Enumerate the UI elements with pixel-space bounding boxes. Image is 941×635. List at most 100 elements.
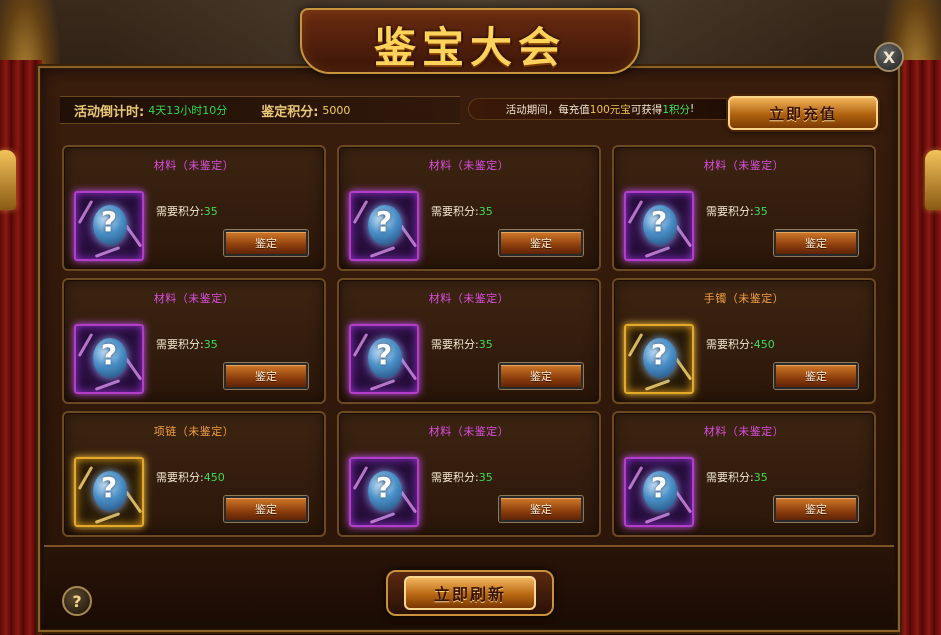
points-label: 鉴定积分: bbox=[261, 104, 319, 120]
item-slot[interactable]: ? bbox=[74, 324, 144, 394]
item-name: 材料 bbox=[703, 425, 727, 438]
item-name: 手镯 bbox=[703, 292, 727, 305]
required-points-label: 需要积分: bbox=[706, 205, 754, 218]
required-points-label: 需要积分: bbox=[156, 205, 204, 218]
item-slot[interactable]: ? bbox=[74, 191, 144, 261]
item-slot[interactable]: ? bbox=[624, 191, 694, 261]
required-points-label: 需要积分: bbox=[706, 338, 754, 351]
required-points-label: 需要积分: bbox=[431, 471, 479, 484]
notice-prefix: 活动期间，每充值 bbox=[505, 103, 590, 116]
required-points: 需要积分:35 bbox=[706, 203, 768, 219]
spark-icon bbox=[369, 246, 396, 258]
required-points-label: 需要积分: bbox=[431, 205, 479, 218]
spark-icon bbox=[369, 379, 396, 391]
item-card: 材料（未鉴定）? 需要积分:35 鉴定 bbox=[337, 411, 601, 537]
item-card: 材料（未鉴定）? 需要积分:35 鉴定 bbox=[337, 278, 601, 404]
required-points-value: 35 bbox=[478, 338, 493, 351]
question-mark-icon: ? bbox=[375, 338, 393, 371]
spark-icon bbox=[94, 379, 121, 391]
appraise-button[interactable]: 鉴定 bbox=[224, 363, 308, 389]
spark-icon bbox=[644, 246, 671, 258]
appraise-button[interactable]: 鉴定 bbox=[499, 496, 583, 522]
item-name: 材料 bbox=[428, 425, 452, 438]
item-name: 材料 bbox=[428, 292, 452, 305]
item-card: 项链（未鉴定）? 需要积分:450 鉴定 bbox=[62, 411, 326, 537]
required-points: 需要积分:450 bbox=[706, 336, 775, 352]
spark-icon bbox=[94, 246, 121, 258]
help-button[interactable]: ? bbox=[62, 586, 92, 616]
required-points-value: 35 bbox=[753, 471, 768, 484]
required-points: 需要积分:35 bbox=[431, 203, 493, 219]
countdown-label: 活动倒计时: bbox=[74, 104, 145, 120]
required-points: 需要积分:450 bbox=[156, 469, 225, 485]
required-points: 需要积分:35 bbox=[706, 469, 768, 485]
question-mark-icon: ? bbox=[650, 338, 668, 371]
appraise-button[interactable]: 鉴定 bbox=[774, 363, 858, 389]
item-slot[interactable]: ? bbox=[624, 324, 694, 394]
spark-icon bbox=[94, 512, 121, 524]
required-points: 需要积分:35 bbox=[156, 203, 218, 219]
item-status: （未鉴定） bbox=[726, 292, 785, 305]
question-mark-icon: ? bbox=[100, 338, 118, 371]
required-points-value: 35 bbox=[753, 205, 768, 218]
item-title: 项链（未鉴定） bbox=[64, 423, 324, 439]
page-title: 鉴宝大会 bbox=[373, 23, 566, 72]
spark-icon bbox=[369, 512, 396, 524]
tassel-icon bbox=[925, 150, 941, 210]
help-icon: ? bbox=[72, 591, 82, 611]
item-card: 材料（未鉴定）? 需要积分:35 鉴定 bbox=[612, 411, 876, 537]
tassel-icon bbox=[0, 150, 16, 210]
appraise-button[interactable]: 鉴定 bbox=[224, 496, 308, 522]
item-slot[interactable]: ? bbox=[74, 457, 144, 527]
item-slot[interactable]: ? bbox=[349, 457, 419, 527]
item-status: （未鉴定） bbox=[176, 159, 235, 172]
refresh-button[interactable]: 立即刷新 bbox=[404, 576, 536, 610]
item-card: 材料（未鉴定）? 需要积分:35 鉴定 bbox=[62, 145, 326, 271]
appraise-button[interactable]: 鉴定 bbox=[774, 496, 858, 522]
required-points: 需要积分:35 bbox=[156, 336, 218, 352]
required-points-value: 35 bbox=[203, 338, 218, 351]
required-points-value: 450 bbox=[753, 338, 775, 351]
notice-suffix: ! bbox=[690, 103, 695, 115]
appraise-button[interactable]: 鉴定 bbox=[774, 230, 858, 256]
curtain-right bbox=[899, 60, 941, 635]
item-title: 材料（未鉴定） bbox=[614, 157, 874, 173]
question-mark-icon: ? bbox=[650, 205, 668, 238]
appraise-button[interactable]: 鉴定 bbox=[499, 230, 583, 256]
item-name: 材料 bbox=[153, 159, 177, 172]
required-points-value: 35 bbox=[478, 205, 493, 218]
required-points-label: 需要积分: bbox=[156, 338, 204, 351]
item-status: （未鉴定） bbox=[176, 425, 235, 438]
appraise-button[interactable]: 鉴定 bbox=[499, 363, 583, 389]
item-slot[interactable]: ? bbox=[349, 191, 419, 261]
required-points-label: 需要积分: bbox=[156, 471, 204, 484]
notice-reward: 1积分 bbox=[662, 103, 690, 116]
item-grid: 材料（未鉴定）? 需要积分:35 鉴定 材料（未鉴定）? 需要积分:35 鉴定 材料（未鉴定… bbox=[62, 145, 880, 537]
close-button[interactable]: X bbox=[874, 42, 904, 72]
required-points-value: 35 bbox=[478, 471, 493, 484]
appraise-button[interactable]: 鉴定 bbox=[224, 230, 308, 256]
question-mark-icon: ? bbox=[375, 205, 393, 238]
required-points-value: 450 bbox=[203, 471, 225, 484]
item-slot[interactable]: ? bbox=[624, 457, 694, 527]
item-title: 材料（未鉴定） bbox=[339, 423, 599, 439]
notice-middle: 可获得 bbox=[630, 103, 663, 116]
spark-icon bbox=[644, 512, 671, 524]
notice-amount: 100元宝 bbox=[589, 103, 631, 116]
item-title: 材料（未鉴定） bbox=[614, 423, 874, 439]
item-slot[interactable]: ? bbox=[349, 324, 419, 394]
item-name: 材料 bbox=[703, 159, 727, 172]
required-points-label: 需要积分: bbox=[706, 471, 754, 484]
item-name: 材料 bbox=[153, 292, 177, 305]
item-status: （未鉴定） bbox=[451, 159, 510, 172]
item-title: 材料（未鉴定） bbox=[64, 157, 324, 173]
item-card: 材料（未鉴定）? 需要积分:35 鉴定 bbox=[337, 145, 601, 271]
curtain-left bbox=[0, 60, 42, 635]
required-points: 需要积分:35 bbox=[431, 336, 493, 352]
item-name: 项链 bbox=[153, 425, 177, 438]
item-status: （未鉴定） bbox=[726, 159, 785, 172]
item-status: （未鉴定） bbox=[176, 292, 235, 305]
info-bar: 活动倒计时: 4天13小时10分 鉴定积分: 5000 bbox=[60, 96, 460, 124]
recharge-button[interactable]: 立即充值 bbox=[728, 96, 878, 130]
required-points: 需要积分:35 bbox=[431, 469, 493, 485]
